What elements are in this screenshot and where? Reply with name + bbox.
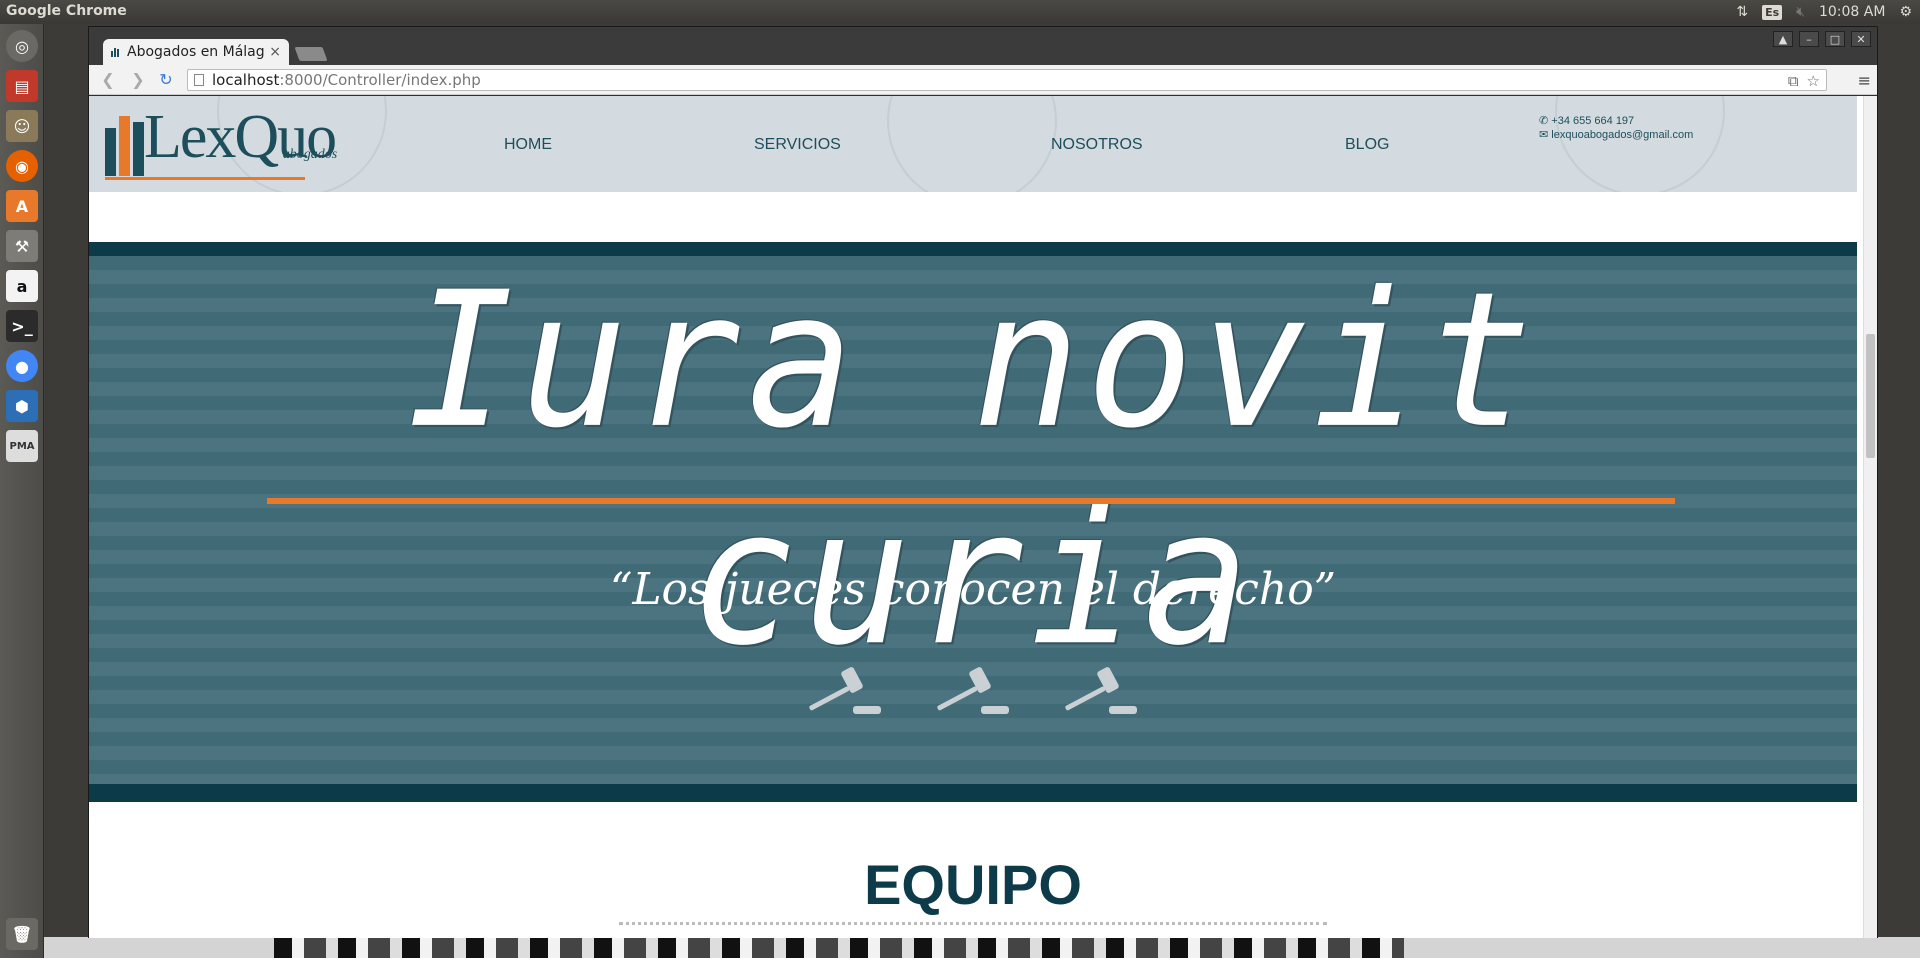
logo-tagline: abogados [282, 147, 338, 162]
window-controls: ▲ – □ ✕ [1773, 31, 1871, 47]
new-tab-button[interactable] [294, 47, 328, 61]
volume-muted-icon[interactable]: 🔇︎ [1796, 4, 1805, 20]
amazon-icon[interactable]: a [6, 270, 38, 302]
profile-button[interactable]: ▲ [1773, 31, 1793, 47]
unity-launcher: ◎ ▤ ☺ ◉ A ⚒ a >_ ● ⬢ PMA 🗑︎ [0, 24, 44, 958]
system-settings-icon[interactable]: ⚒ [6, 230, 38, 262]
logo-underline [105, 177, 305, 180]
pma-icon[interactable]: PMA [6, 430, 38, 462]
page-scrollbar[interactable] [1863, 96, 1877, 938]
close-tab-icon[interactable]: × [269, 44, 281, 60]
envelope-icon: ✉ [1539, 129, 1549, 141]
file-manager-icon[interactable]: ▤ [6, 70, 38, 102]
gear-icon[interactable]: ⚙ [1899, 4, 1912, 20]
page-viewport: LexQuo abogados HOME SERVICIOS NOSOTROS … [89, 96, 1877, 938]
section-title-equipo: EQUIPO [864, 853, 1082, 916]
site-header: LexQuo abogados HOME SERVICIOS NOSOTROS … [89, 96, 1857, 192]
email-address[interactable]: lexquoabogados@gmail.com [1551, 129, 1693, 141]
trash-icon[interactable]: 🗑︎ [6, 918, 38, 950]
chrome-window: Abogados en Málaga × ▲ – □ ✕ ❮ ❯ ↻ local… [88, 26, 1878, 938]
close-window-button[interactable]: ✕ [1851, 31, 1871, 47]
system-tray: ⇅ Es 🔇︎ 10:08 AM ⚙ [1736, 0, 1920, 24]
forward-arrow-icon[interactable]: ❯ [127, 70, 149, 90]
logo-wordmark: LexQuo abogados [144, 106, 337, 168]
header-decoration-circle [1555, 96, 1725, 192]
desktop-wallpaper-photo [274, 937, 1404, 958]
phone-icon: ✆ [1539, 115, 1549, 127]
scrollbar-thumb[interactable] [1866, 334, 1875, 458]
gavel-row [89, 662, 1857, 722]
desktop-background [44, 937, 1920, 958]
browser-toolbar: ❮ ❯ ↻ localhost:8000/Controller/index.ph… [89, 65, 1877, 95]
phone-line: ✆ +34 655 664 197 [1539, 114, 1693, 128]
section-divider [619, 922, 1327, 925]
banner-translation: “Los jueces conocen el derecho” [609, 564, 1337, 615]
reload-icon[interactable]: ↻ [155, 70, 177, 90]
virtualbox-icon[interactable]: ⬢ [6, 390, 38, 422]
gavel-icon [809, 667, 881, 714]
email-line: ✉ lexquoabogados@gmail.com [1539, 128, 1693, 142]
tab-active[interactable]: Abogados en Málaga × [103, 39, 289, 65]
motto-underline [267, 498, 1675, 504]
header-decoration-circle [887, 96, 1057, 192]
nav-servicios[interactable]: SERVICIOS [754, 136, 841, 154]
terminal-icon[interactable]: >_ [6, 310, 38, 342]
nav-nosotros[interactable]: NOSOTROS [1051, 136, 1143, 154]
clock[interactable]: 10:08 AM [1819, 4, 1885, 20]
keyboard-layout-indicator[interactable]: Es [1762, 4, 1783, 20]
active-app-title: Google Chrome [6, 3, 127, 19]
gavel-icon [1065, 667, 1137, 714]
maximize-button[interactable]: □ [1825, 31, 1845, 47]
url-host: localhost [212, 71, 280, 89]
nav-home[interactable]: HOME [504, 136, 552, 154]
nav-blog[interactable]: BLOG [1345, 136, 1389, 154]
site-favicon-icon [111, 47, 121, 57]
page-icon [194, 74, 204, 86]
gimp-icon[interactable]: ☺ [6, 110, 38, 142]
tab-title: Abogados en Málaga [127, 44, 266, 60]
gavel-icon [937, 667, 1009, 714]
url-path: :8000/Controller/index.php [279, 71, 481, 89]
os-top-panel: Google Chrome ⇅ Es 🔇︎ 10:08 AM ⚙ [0, 0, 1920, 24]
network-icon[interactable]: ⇅ [1736, 4, 1748, 20]
translate-icon[interactable]: ⧉ [1788, 71, 1799, 91]
address-bar[interactable]: localhost:8000/Controller/index.php ⧉ ☆ [187, 69, 1827, 91]
bookmark-star-icon[interactable]: ☆ [1807, 71, 1820, 91]
chrome-icon[interactable]: ● [6, 350, 38, 382]
hero-banner: Iura novit curia “Los jueces conocen el … [89, 242, 1857, 802]
phone-number: +34 655 664 197 [1551, 115, 1635, 127]
contact-info: ✆ +34 655 664 197 ✉ lexquoabogados@gmail… [1539, 114, 1693, 142]
minimize-button[interactable]: – [1799, 31, 1819, 47]
firefox-icon[interactable]: ◉ [6, 150, 38, 182]
software-center-icon[interactable]: A [6, 190, 38, 222]
chrome-menu-icon[interactable]: ≡ [1858, 71, 1871, 90]
tab-strip: Abogados en Málaga × ▲ – □ ✕ [89, 27, 1877, 65]
site-logo[interactable]: LexQuo abogados [105, 106, 337, 180]
back-arrow-icon[interactable]: ❮ [97, 70, 119, 90]
logo-columns-icon [105, 116, 144, 176]
banner-motto: Iura novit curia [407, 251, 1539, 687]
ubuntu-home-icon[interactable]: ◎ [6, 30, 38, 62]
